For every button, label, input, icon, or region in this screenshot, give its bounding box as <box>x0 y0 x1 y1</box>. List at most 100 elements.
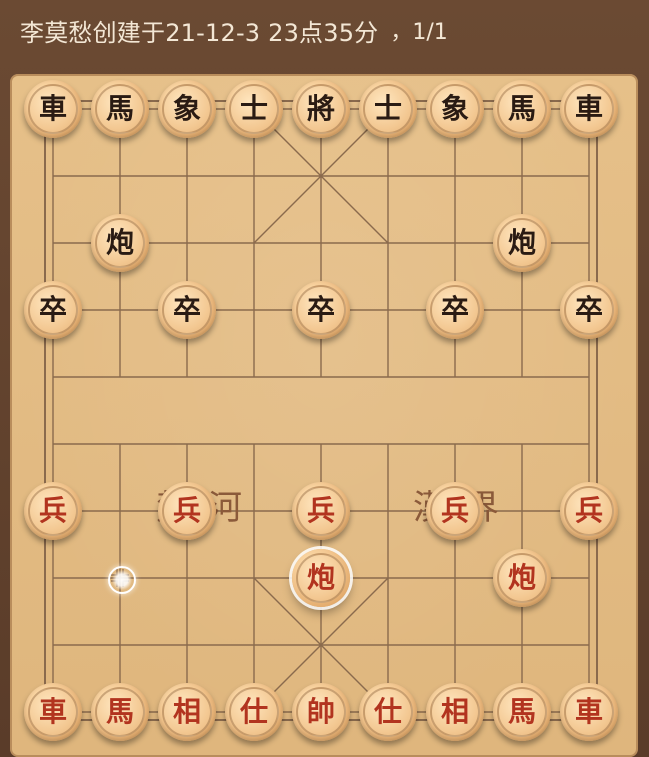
piece-b-chariot-right[interactable]: 車 <box>560 80 618 138</box>
piece-r-general[interactable]: 帥 <box>292 683 350 741</box>
piece-glyph: 卒 <box>440 293 469 326</box>
piece-face: 仕 <box>363 687 413 737</box>
piece-glyph: 仕 <box>373 695 402 728</box>
piece-face: 馬 <box>95 687 145 737</box>
piece-glyph: 卒 <box>172 293 201 326</box>
piece-glyph: 馬 <box>105 695 134 728</box>
piece-glyph: 象 <box>440 92 469 125</box>
piece-r-soldier-1[interactable]: 兵 <box>24 482 82 540</box>
piece-b-advisor-left[interactable]: 士 <box>225 80 283 138</box>
piece-face: 車 <box>564 84 614 134</box>
piece-r-chariot-left[interactable]: 車 <box>24 683 82 741</box>
piece-r-soldier-2[interactable]: 兵 <box>158 482 216 540</box>
piece-b-horse-right[interactable]: 馬 <box>493 80 551 138</box>
piece-face: 炮 <box>497 218 547 268</box>
piece-face: 馬 <box>497 84 547 134</box>
game-title: 李莫愁创建于21-12-3 23点35分 <box>20 18 379 47</box>
piece-r-cannon-center[interactable]: 炮 <box>292 549 350 607</box>
piece-glyph: 車 <box>38 92 67 125</box>
piece-glyph: 兵 <box>306 494 335 527</box>
piece-glyph: 相 <box>172 695 201 728</box>
piece-face: 帥 <box>296 687 346 737</box>
piece-face: 卒 <box>28 285 78 335</box>
piece-r-advisor-right[interactable]: 仕 <box>359 683 417 741</box>
piece-glyph: 車 <box>574 695 603 728</box>
piece-face: 士 <box>363 84 413 134</box>
piece-glyph: 炮 <box>507 561 536 594</box>
piece-r-advisor-left[interactable]: 仕 <box>225 683 283 741</box>
piece-glyph: 車 <box>574 92 603 125</box>
board-grid <box>44 100 598 721</box>
piece-face: 卒 <box>296 285 346 335</box>
piece-r-horse-right[interactable]: 馬 <box>493 683 551 741</box>
piece-face: 卒 <box>564 285 614 335</box>
piece-glyph: 炮 <box>105 226 134 259</box>
piece-glyph: 馬 <box>105 92 134 125</box>
header-bar: 李莫愁创建于21-12-3 23点35分 ，1/1 <box>0 0 649 60</box>
piece-r-horse-left[interactable]: 馬 <box>91 683 149 741</box>
piece-glyph: 卒 <box>306 293 335 326</box>
piece-glyph: 士 <box>373 92 402 125</box>
piece-glyph: 兵 <box>574 494 603 527</box>
piece-b-elephant-left[interactable]: 象 <box>158 80 216 138</box>
piece-face: 車 <box>564 687 614 737</box>
piece-b-cannon-left[interactable]: 炮 <box>91 214 149 272</box>
piece-face: 象 <box>430 84 480 134</box>
piece-glyph: 馬 <box>507 92 536 125</box>
piece-b-advisor-right[interactable]: 士 <box>359 80 417 138</box>
piece-glyph: 將 <box>306 92 335 125</box>
xiangqi-board[interactable]: 楚河 漢界 車馬象士將士象馬車炮炮卒卒卒卒卒兵兵兵兵兵炮炮車馬相仕帥仕相馬車 <box>10 74 638 757</box>
piece-face: 相 <box>430 687 480 737</box>
piece-face: 將 <box>296 84 346 134</box>
piece-glyph: 兵 <box>38 494 67 527</box>
piece-face: 兵 <box>28 486 78 536</box>
piece-r-elephant-left[interactable]: 相 <box>158 683 216 741</box>
piece-face: 馬 <box>95 84 145 134</box>
piece-face: 兵 <box>162 486 212 536</box>
piece-glyph: 兵 <box>440 494 469 527</box>
piece-b-chariot-left[interactable]: 車 <box>24 80 82 138</box>
piece-glyph: 帥 <box>306 695 335 728</box>
piece-r-soldier-4[interactable]: 兵 <box>426 482 484 540</box>
piece-b-cannon-right[interactable]: 炮 <box>493 214 551 272</box>
piece-b-soldier-2[interactable]: 卒 <box>158 281 216 339</box>
piece-b-general[interactable]: 將 <box>292 80 350 138</box>
piece-b-horse-left[interactable]: 馬 <box>91 80 149 138</box>
piece-face: 相 <box>162 687 212 737</box>
piece-glyph: 車 <box>38 695 67 728</box>
move-origin-marker-icon <box>108 566 136 594</box>
piece-face: 炮 <box>95 218 145 268</box>
piece-glyph: 卒 <box>574 293 603 326</box>
piece-r-soldier-3[interactable]: 兵 <box>292 482 350 540</box>
piece-face: 車 <box>28 84 78 134</box>
piece-r-chariot-right[interactable]: 車 <box>560 683 618 741</box>
piece-face: 炮 <box>497 553 547 603</box>
piece-face: 馬 <box>497 687 547 737</box>
piece-r-elephant-right[interactable]: 相 <box>426 683 484 741</box>
piece-face: 卒 <box>162 285 212 335</box>
piece-b-soldier-4[interactable]: 卒 <box>426 281 484 339</box>
piece-glyph: 士 <box>239 92 268 125</box>
piece-b-soldier-5[interactable]: 卒 <box>560 281 618 339</box>
piece-glyph: 馬 <box>507 695 536 728</box>
piece-r-cannon-right[interactable]: 炮 <box>493 549 551 607</box>
piece-glyph: 兵 <box>172 494 201 527</box>
piece-face: 炮 <box>296 553 346 603</box>
piece-face: 仕 <box>229 687 279 737</box>
piece-glyph: 象 <box>172 92 201 125</box>
piece-r-soldier-5[interactable]: 兵 <box>560 482 618 540</box>
piece-face: 卒 <box>430 285 480 335</box>
piece-glyph: 相 <box>440 695 469 728</box>
piece-face: 兵 <box>430 486 480 536</box>
piece-face: 兵 <box>296 486 346 536</box>
piece-face: 象 <box>162 84 212 134</box>
piece-glyph: 仕 <box>239 695 268 728</box>
piece-b-elephant-right[interactable]: 象 <box>426 80 484 138</box>
piece-glyph: 炮 <box>306 561 335 594</box>
piece-face: 士 <box>229 84 279 134</box>
piece-b-soldier-1[interactable]: 卒 <box>24 281 82 339</box>
piece-glyph: 卒 <box>38 293 67 326</box>
piece-face: 車 <box>28 687 78 737</box>
piece-b-soldier-3[interactable]: 卒 <box>292 281 350 339</box>
page-indicator: ，1/1 <box>390 20 448 45</box>
